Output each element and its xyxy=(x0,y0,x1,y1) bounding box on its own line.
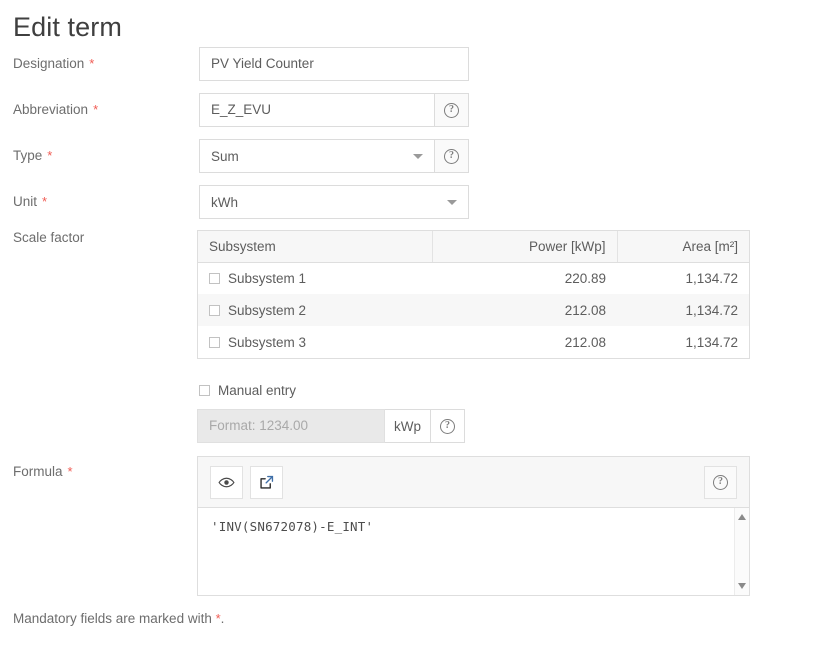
designation-input[interactable]: PV Yield Counter xyxy=(199,47,469,81)
formula-label: Formula * xyxy=(13,464,73,480)
mandatory-note-suffix: . xyxy=(221,611,225,626)
abbreviation-input[interactable]: E_Z_EVU xyxy=(199,93,435,127)
subsystem-row-checkbox[interactable] xyxy=(209,273,220,284)
external-link-icon xyxy=(258,474,275,491)
abbreviation-label-text: Abbreviation xyxy=(13,102,88,117)
subsystem-table-wrapper: Subsystem Power [kWp] Area [m²] Subsyste… xyxy=(197,230,750,359)
required-asterisk: * xyxy=(42,194,47,209)
formula-panel: ? 'INV(SN672078)-E_INT' xyxy=(197,456,750,596)
column-header-power: Power [kWp] xyxy=(432,231,617,262)
unit-select[interactable]: kWh xyxy=(199,185,469,219)
subsystem-area: 1,134.72 xyxy=(617,326,749,358)
scale-factor-label: Scale factor xyxy=(13,230,84,246)
manual-entry-label: Manual entry xyxy=(218,383,296,398)
subsystem-power: 212.08 xyxy=(432,326,617,358)
formula-preview-button[interactable] xyxy=(210,466,243,499)
manual-entry-row[interactable]: Manual entry xyxy=(199,383,296,398)
table-header-row: Subsystem Power [kWp] Area [m²] xyxy=(198,231,749,262)
manual-entry-input[interactable]: Format: 1234.00 xyxy=(197,409,385,443)
type-control: Sum ? xyxy=(199,139,469,173)
subsystem-row-checkbox[interactable] xyxy=(209,337,220,348)
scroll-down-arrow-icon[interactable] xyxy=(738,583,746,589)
abbreviation-help-button[interactable]: ? xyxy=(435,93,469,127)
required-asterisk: * xyxy=(68,464,73,479)
designation-label-text: Designation xyxy=(13,56,84,71)
required-asterisk: * xyxy=(93,102,98,117)
designation-control: PV Yield Counter xyxy=(199,47,469,81)
type-label-text: Type xyxy=(13,148,42,163)
required-asterisk: * xyxy=(89,56,94,71)
subsystem-table: Subsystem Power [kWp] Area [m²] Subsyste… xyxy=(198,231,749,358)
eye-icon xyxy=(218,474,235,491)
manual-entry-help-button[interactable]: ? xyxy=(431,409,465,443)
unit-label: Unit * xyxy=(13,194,47,210)
formula-open-external-button[interactable] xyxy=(250,466,283,499)
type-label: Type * xyxy=(13,148,52,164)
column-header-area: Area [m²] xyxy=(617,231,749,262)
unit-select-value: kWh xyxy=(211,195,238,210)
formula-scrollbar[interactable] xyxy=(734,508,749,595)
manual-entry-checkbox[interactable] xyxy=(199,385,210,396)
formula-toolbar: ? xyxy=(198,457,749,508)
subsystem-area: 1,134.72 xyxy=(617,294,749,326)
formula-label-text: Formula xyxy=(13,464,63,479)
unit-control: kWh xyxy=(199,185,469,219)
subsystem-name: Subsystem 3 xyxy=(228,335,306,350)
subsystem-area: 1,134.72 xyxy=(617,262,749,294)
subsystem-power: 220.89 xyxy=(432,262,617,294)
subsystem-row-checkbox[interactable] xyxy=(209,305,220,316)
unit-label-text: Unit xyxy=(13,194,37,209)
edit-term-form: Edit term Designation* PV Yield Counter … xyxy=(0,0,816,669)
help-circle-icon: ? xyxy=(713,475,728,490)
abbreviation-label: Abbreviation * xyxy=(13,102,98,118)
subsystem-name: Subsystem 1 xyxy=(228,271,306,286)
help-circle-icon: ? xyxy=(444,149,459,164)
help-circle-icon: ? xyxy=(440,419,455,434)
formula-value: 'INV(SN672078)-E_INT' xyxy=(211,519,736,534)
page-title: Edit term xyxy=(13,11,122,43)
scroll-up-arrow-icon[interactable] xyxy=(738,514,746,520)
required-asterisk: * xyxy=(47,148,52,163)
type-select[interactable]: Sum xyxy=(199,139,435,173)
designation-label: Designation * xyxy=(13,56,94,72)
table-row[interactable]: Subsystem 1 220.89 1,134.72 xyxy=(198,262,749,294)
subsystem-power: 212.08 xyxy=(432,294,617,326)
formula-help-button[interactable]: ? xyxy=(704,466,737,499)
manual-entry-control: Format: 1234.00 kWp ? xyxy=(197,409,465,443)
type-select-value: Sum xyxy=(211,149,239,164)
column-header-subsystem: Subsystem xyxy=(198,231,432,262)
table-row[interactable]: Subsystem 3 212.08 1,134.72 xyxy=(198,326,749,358)
mandatory-fields-note: Mandatory fields are marked with *. xyxy=(13,611,224,626)
chevron-down-icon xyxy=(413,154,423,159)
help-circle-icon: ? xyxy=(444,103,459,118)
type-help-button[interactable]: ? xyxy=(435,139,469,173)
manual-entry-unit-addon: kWp xyxy=(385,409,431,443)
table-row[interactable]: Subsystem 2 212.08 1,134.72 xyxy=(198,294,749,326)
abbreviation-control: E_Z_EVU ? xyxy=(199,93,469,127)
chevron-down-icon xyxy=(447,200,457,205)
formula-editor[interactable]: 'INV(SN672078)-E_INT' xyxy=(198,508,749,595)
subsystem-name: Subsystem 2 xyxy=(228,303,306,318)
scale-factor-label-text: Scale factor xyxy=(13,230,84,245)
mandatory-note-text: Mandatory fields are marked with xyxy=(13,611,216,626)
